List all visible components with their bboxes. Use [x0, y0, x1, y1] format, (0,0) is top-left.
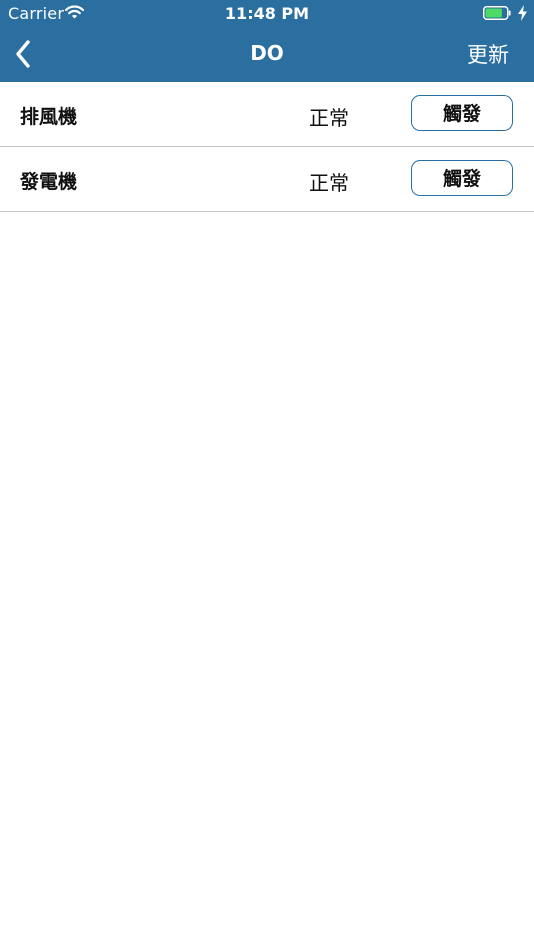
trigger-button[interactable]: 觸發: [411, 160, 513, 196]
trigger-button[interactable]: 觸發: [411, 95, 513, 131]
charging-bolt-icon: [518, 5, 527, 21]
device-name: 發電機: [20, 171, 78, 193]
battery-level-fill: [485, 8, 502, 18]
battery-charging-icon: [483, 6, 511, 20]
list-item: 發電機 正常 觸發: [0, 147, 534, 212]
list-item: 排風機 正常 觸發: [0, 82, 534, 147]
device-status: 正常: [309, 106, 349, 130]
status-time: 11:48 PM: [224, 4, 310, 23]
device-list: 排風機 正常 觸發 發電機 正常 觸發: [0, 82, 534, 212]
navigation-header: Carrier 11:48 PM DO 更新: [0, 0, 534, 82]
refresh-button[interactable]: 更新: [467, 39, 509, 69]
page-title: DO: [250, 41, 284, 65]
status-bar: Carrier 11:48 PM: [0, 0, 534, 28]
navigation-bar: DO 更新: [0, 28, 534, 82]
device-name: 排風機: [20, 106, 78, 128]
device-status: 正常: [309, 171, 349, 195]
